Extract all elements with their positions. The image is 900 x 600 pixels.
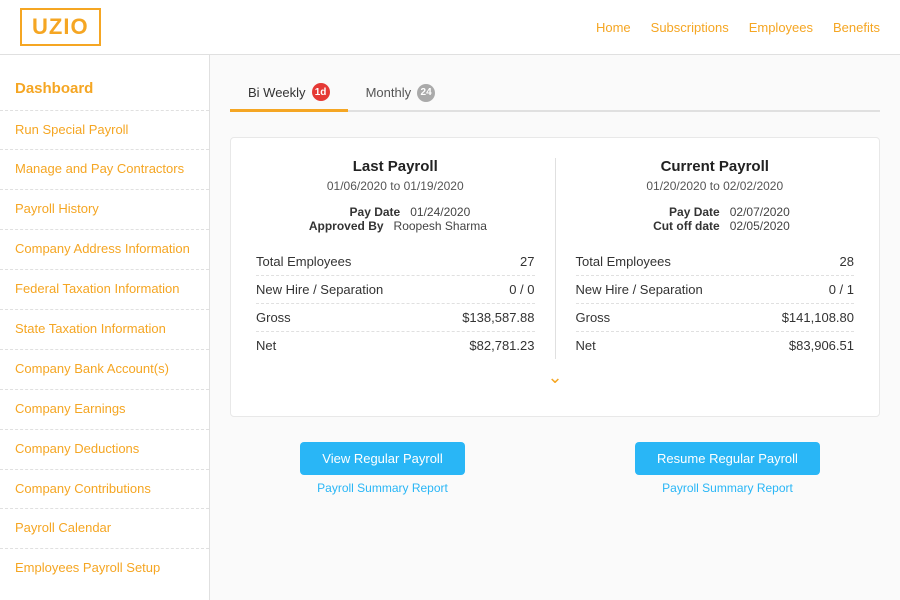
sidebar-item-company-deductions[interactable]: Company Deductions	[0, 432, 209, 467]
sidebar-item-company-address[interactable]: Company Address Information	[0, 232, 209, 267]
last-stat-net-label: Net	[256, 338, 276, 353]
tab-bi-weekly[interactable]: Bi Weekly 1d	[230, 75, 348, 112]
current-payroll-meta: Pay Date 02/07/2020 Cut off date 02/05/2…	[576, 205, 855, 233]
last-stat-total-employees-label: Total Employees	[256, 254, 351, 269]
nav-employees[interactable]: Employees	[749, 20, 813, 35]
nav-home[interactable]: Home	[596, 20, 631, 35]
current-stat-new-hire-value: 0 / 1	[829, 282, 854, 297]
current-stat-net-value: $83,906.51	[789, 338, 854, 353]
current-stat-total-employees-value: 28	[840, 254, 854, 269]
sidebar-item-payroll-history[interactable]: Payroll History	[0, 192, 209, 227]
current-stat-gross: Gross $141,108.80	[576, 304, 855, 332]
sidebar-item-employees-payroll-setup[interactable]: Employees Payroll Setup	[0, 551, 209, 586]
last-stat-total-employees-value: 27	[520, 254, 534, 269]
current-stat-new-hire-label: New Hire / Separation	[576, 282, 703, 297]
last-payroll-meta-pay-date: Pay Date 01/24/2020	[320, 205, 470, 219]
current-stat-total-employees: Total Employees 28	[576, 248, 855, 276]
current-payroll-stats: Total Employees 28 New Hire / Separation…	[576, 248, 855, 359]
tab-bi-weekly-badge: 1d	[312, 83, 330, 101]
last-stat-new-hire-label: New Hire / Separation	[256, 282, 383, 297]
last-payroll-meta-approved-by: Approved By Roopesh Sharma	[304, 219, 487, 233]
nav-benefits[interactable]: Benefits	[833, 20, 880, 35]
current-payroll-pay-date-label: Pay Date	[640, 205, 720, 219]
current-payroll-section: Current Payroll 01/20/2020 to 02/02/2020…	[576, 158, 855, 359]
last-stat-gross: Gross $138,587.88	[256, 304, 535, 332]
last-payroll-title: Last Payroll	[256, 158, 535, 175]
last-payroll-actions: View Regular Payroll Payroll Summary Rep…	[230, 442, 535, 495]
last-payroll-approved-by-label: Approved By	[304, 219, 384, 233]
last-payroll-summary-link[interactable]: Payroll Summary Report	[317, 481, 448, 495]
last-payroll-section: Last Payroll 01/06/2020 to 01/19/2020 Pa…	[256, 158, 535, 359]
current-stat-new-hire: New Hire / Separation 0 / 1	[576, 276, 855, 304]
current-payroll-date-range: 01/20/2020 to 02/02/2020	[576, 179, 855, 193]
view-regular-payroll-button[interactable]: View Regular Payroll	[300, 442, 464, 475]
last-stat-gross-value: $138,587.88	[462, 310, 534, 325]
tab-monthly-label: Monthly	[366, 85, 412, 100]
current-payroll-cutoff-label: Cut off date	[640, 219, 720, 233]
tab-bi-weekly-label: Bi Weekly	[248, 85, 306, 100]
sidebar-item-dashboard[interactable]: Dashboard	[0, 70, 209, 108]
sidebar-item-manage-contractors[interactable]: Manage and Pay Contractors	[0, 152, 209, 187]
current-stat-net-label: Net	[576, 338, 596, 353]
last-stat-net: Net $82,781.23	[256, 332, 535, 359]
current-stat-net: Net $83,906.51	[576, 332, 855, 359]
payroll-bottom-grid: View Regular Payroll Payroll Summary Rep…	[230, 422, 880, 495]
current-payroll-title: Current Payroll	[576, 158, 855, 175]
sidebar-item-federal-taxation[interactable]: Federal Taxation Information	[0, 272, 209, 307]
resume-regular-payroll-button[interactable]: Resume Regular Payroll	[635, 442, 820, 475]
last-payroll-stats: Total Employees 27 New Hire / Separation…	[256, 248, 535, 359]
current-payroll-actions: Resume Regular Payroll Payroll Summary R…	[575, 442, 880, 495]
last-stat-net-value: $82,781.23	[469, 338, 534, 353]
sidebar-item-run-special-payroll[interactable]: Run Special Payroll	[0, 113, 209, 148]
current-stat-total-employees-label: Total Employees	[576, 254, 671, 269]
last-stat-new-hire: New Hire / Separation 0 / 0	[256, 276, 535, 304]
current-payroll-meta-pay-date: Pay Date 02/07/2020	[640, 205, 790, 219]
header-nav: Home Subscriptions Employees Benefits	[596, 20, 880, 35]
current-payroll-pay-date-value: 02/07/2020	[730, 205, 790, 219]
tabs: Bi Weekly 1d Monthly 24	[230, 75, 880, 112]
sidebar-item-payroll-calendar[interactable]: Payroll Calendar	[0, 511, 209, 546]
last-stat-total-employees: Total Employees 27	[256, 248, 535, 276]
header: UZIO Home Subscriptions Employees Benefi…	[0, 0, 900, 55]
chevron-down-icon: ⌄	[256, 367, 854, 388]
tab-monthly[interactable]: Monthly 24	[348, 75, 454, 110]
tab-monthly-badge: 24	[417, 84, 435, 102]
current-stat-gross-value: $141,108.80	[782, 310, 854, 325]
last-payroll-pay-date-label: Pay Date	[320, 205, 400, 219]
current-payroll-meta-cutoff: Cut off date 02/05/2020	[640, 219, 790, 233]
last-payroll-pay-date-value: 01/24/2020	[410, 205, 470, 219]
payroll-divider	[555, 158, 556, 359]
current-stat-gross-label: Gross	[576, 310, 611, 325]
logo: UZIO	[20, 8, 101, 46]
last-payroll-meta: Pay Date 01/24/2020 Approved By Roopesh …	[256, 205, 535, 233]
sidebar: Dashboard Run Special Payroll Manage and…	[0, 55, 210, 600]
main-content: Bi Weekly 1d Monthly 24 Last Payroll 01/…	[210, 55, 900, 600]
current-payroll-cutoff-value: 02/05/2020	[730, 219, 790, 233]
layout: Dashboard Run Special Payroll Manage and…	[0, 55, 900, 600]
last-stat-new-hire-value: 0 / 0	[509, 282, 534, 297]
current-payroll-summary-link[interactable]: Payroll Summary Report	[662, 481, 793, 495]
sidebar-item-state-taxation[interactable]: State Taxation Information	[0, 312, 209, 347]
sidebar-item-company-contributions[interactable]: Company Contributions	[0, 472, 209, 507]
nav-subscriptions[interactable]: Subscriptions	[651, 20, 729, 35]
sidebar-item-company-earnings[interactable]: Company Earnings	[0, 392, 209, 427]
last-stat-gross-label: Gross	[256, 310, 291, 325]
last-payroll-approved-by-value: Roopesh Sharma	[394, 219, 487, 233]
sidebar-item-company-bank[interactable]: Company Bank Account(s)	[0, 352, 209, 387]
last-payroll-date-range: 01/06/2020 to 01/19/2020	[256, 179, 535, 193]
payroll-grid: Last Payroll 01/06/2020 to 01/19/2020 Pa…	[230, 137, 880, 417]
